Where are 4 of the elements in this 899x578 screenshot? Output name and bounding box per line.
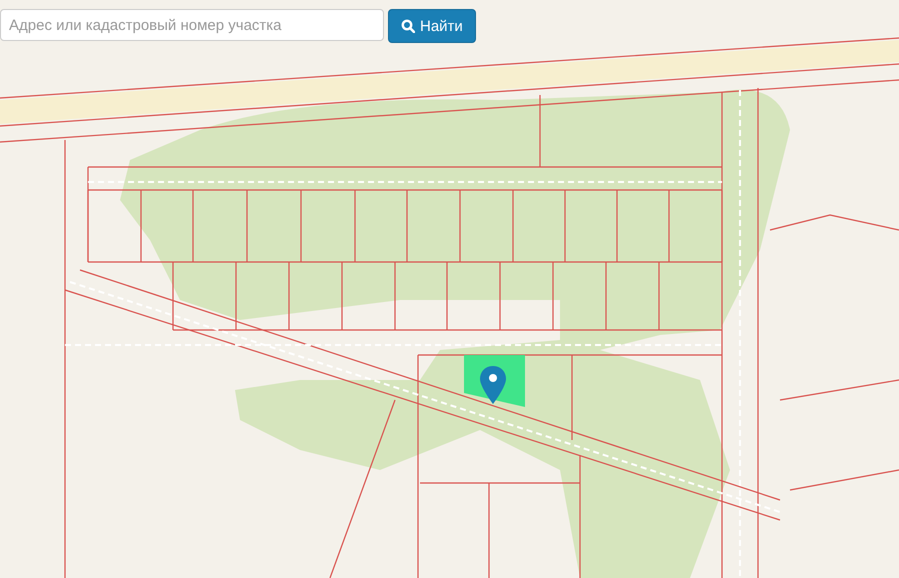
map-pin-icon[interactable] bbox=[480, 366, 506, 404]
search-button[interactable]: Найти bbox=[388, 9, 476, 43]
search-icon bbox=[401, 19, 415, 33]
address-search-field[interactable]: Адрес или кадастровый номер участка bbox=[0, 9, 384, 41]
